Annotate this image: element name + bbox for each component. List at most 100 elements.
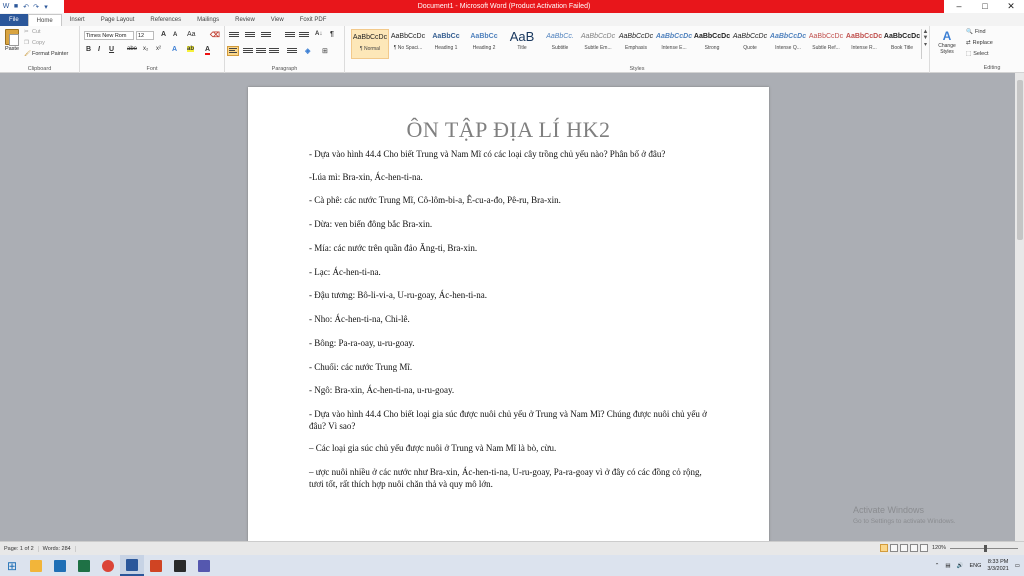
- style-heading-2[interactable]: AaBbCc Heading 2: [465, 29, 503, 59]
- select-button[interactable]: ⬚ Select: [966, 51, 989, 57]
- styles-scroll-icon[interactable]: ▲ ▼ ▾: [921, 29, 929, 59]
- undo-icon[interactable]: ↶: [22, 3, 30, 11]
- volume-icon[interactable]: 🔊: [957, 563, 964, 569]
- language-indicator[interactable]: ENG: [969, 563, 981, 569]
- clear-formatting-icon[interactable]: ⌫: [210, 31, 220, 39]
- font-color-button[interactable]: A: [205, 46, 211, 55]
- save-icon[interactable]: ■: [12, 3, 20, 11]
- taskbar-mail[interactable]: [48, 555, 72, 576]
- style-name: Emphasis: [625, 45, 647, 51]
- notification-icon[interactable]: ▭: [1015, 563, 1020, 569]
- tab-home[interactable]: Home: [27, 14, 62, 26]
- change-styles-button[interactable]: A Change Styles: [934, 29, 960, 61]
- justify-icon[interactable]: [269, 48, 279, 56]
- style-book-title[interactable]: AaBbCcDc Book Title: [883, 29, 921, 59]
- word-app-icon[interactable]: W: [2, 3, 10, 11]
- chevron-up-icon[interactable]: ⌃: [935, 563, 940, 569]
- tab-review[interactable]: Review: [227, 14, 263, 26]
- tab-view[interactable]: View: [263, 14, 292, 26]
- show-formatting-icon[interactable]: ¶: [330, 31, 334, 38]
- multilevel-list-icon[interactable]: [261, 32, 271, 40]
- style-intense-quote[interactable]: AaBbCcDc Intense Q...: [769, 29, 807, 59]
- print-layout-icon[interactable]: [880, 544, 888, 552]
- style-name: Title: [517, 45, 527, 51]
- style-heading-1[interactable]: AaBbCc Heading 1: [427, 29, 465, 59]
- align-center-icon[interactable]: [243, 48, 253, 56]
- start-button[interactable]: ⊞: [0, 555, 24, 576]
- document-page[interactable]: ÔN TẬP ĐỊA LÍ HK2 - Dựa vào hình 44.4 Ch…: [248, 87, 769, 543]
- find-button[interactable]: 🔍 Find: [966, 29, 986, 35]
- grow-font-button[interactable]: A: [161, 31, 166, 38]
- decrease-indent-icon[interactable]: [285, 32, 295, 40]
- taskbar-teams[interactable]: [192, 555, 216, 576]
- network-icon[interactable]: ▤: [945, 563, 950, 569]
- style-subtitle[interactable]: AaBbCc. Subtitle: [541, 29, 579, 59]
- increase-indent-icon[interactable]: [299, 32, 309, 40]
- copy-button[interactable]: ❐ Copy: [24, 40, 45, 46]
- activate-windows-watermark: Activate Windows: [853, 505, 925, 515]
- style-subtle-emphasis[interactable]: AaBbCcDc Subtle Em...: [579, 29, 617, 59]
- font-size-select[interactable]: 12: [136, 31, 154, 40]
- taskbar-word[interactable]: [120, 555, 144, 576]
- page-count[interactable]: Page: 1 of 2: [0, 545, 39, 552]
- shrink-font-button[interactable]: A: [173, 32, 177, 38]
- paste-button[interactable]: Paste: [3, 29, 21, 59]
- web-layout-icon[interactable]: [900, 544, 908, 552]
- style-normal[interactable]: AaBbCcDc ¶ Normal: [351, 29, 389, 59]
- scrollbar-thumb[interactable]: [1017, 80, 1023, 240]
- full-screen-reading-icon[interactable]: [890, 544, 898, 552]
- taskbar-file-explorer[interactable]: [24, 555, 48, 576]
- line-spacing-icon[interactable]: [287, 48, 297, 56]
- sort-icon[interactable]: A↓: [315, 31, 322, 37]
- taskbar-chrome[interactable]: [96, 555, 120, 576]
- borders-icon[interactable]: ⊞: [322, 47, 328, 55]
- font-family-select[interactable]: Times New Rom: [84, 31, 134, 40]
- outline-view-icon[interactable]: [910, 544, 918, 552]
- highlight-button[interactable]: ab: [187, 46, 195, 52]
- subscript-button[interactable]: x₂: [143, 46, 148, 52]
- style-emphasis[interactable]: AaBbCcDc Emphasis: [617, 29, 655, 59]
- taskbar-powerpoint[interactable]: [144, 555, 168, 576]
- tab-foxit-pdf[interactable]: Foxit PDF: [292, 14, 335, 26]
- cut-button[interactable]: ✂ Cut: [24, 29, 41, 35]
- align-right-icon[interactable]: [256, 48, 266, 56]
- tab-page-layout[interactable]: Page Layout: [93, 14, 143, 26]
- style-no-spacing[interactable]: AaBbCcDc ¶ No Spaci...: [389, 29, 427, 59]
- align-left-icon[interactable]: [227, 46, 239, 56]
- style-title[interactable]: AaB Title: [503, 29, 541, 59]
- style-intense-emphasis[interactable]: AaBbCcDc Intense E...: [655, 29, 693, 59]
- strikethrough-button[interactable]: abe: [127, 46, 137, 52]
- superscript-button[interactable]: x²: [156, 46, 161, 52]
- tab-file[interactable]: File: [0, 14, 28, 26]
- clock[interactable]: 8:33 PM 3/3/2021: [987, 559, 1008, 573]
- zoom-level[interactable]: 120%: [932, 545, 946, 551]
- tab-mailings[interactable]: Mailings: [189, 14, 227, 26]
- italic-button[interactable]: I: [98, 46, 100, 53]
- draft-view-icon[interactable]: [920, 544, 928, 552]
- zoom-slider-handle[interactable]: [984, 545, 987, 552]
- shading-icon[interactable]: ◈: [305, 47, 310, 55]
- replace-button[interactable]: ⇄ Replace: [966, 40, 993, 46]
- replace-label: Replace: [972, 40, 993, 46]
- numbering-icon[interactable]: [245, 32, 255, 40]
- taskbar-excel[interactable]: [72, 555, 96, 576]
- format-painter-button[interactable]: 🖌 Format Painter: [24, 51, 68, 57]
- minimize-button[interactable]: –: [946, 0, 972, 13]
- underline-button[interactable]: U: [109, 46, 114, 53]
- maximize-button[interactable]: □: [972, 0, 998, 13]
- style-strong[interactable]: AaBbCcDc Strong: [693, 29, 731, 59]
- style-quote[interactable]: AaBbCcDc Quote: [731, 29, 769, 59]
- style-intense-reference[interactable]: AaBbCcDc Intense R...: [845, 29, 883, 59]
- tab-insert[interactable]: Insert: [62, 14, 93, 26]
- change-case-button[interactable]: Aa: [187, 31, 196, 38]
- redo-icon[interactable]: ↷: [32, 3, 40, 11]
- close-button[interactable]: ✕: [998, 0, 1024, 13]
- word-count[interactable]: Words: 284: [39, 545, 76, 552]
- style-subtle-reference[interactable]: AaBbCcDc Subtle Ref...: [807, 29, 845, 59]
- customize-qat-icon[interactable]: ▾: [42, 3, 50, 11]
- taskbar-media[interactable]: [168, 555, 192, 576]
- text-effects-icon[interactable]: A: [172, 46, 177, 53]
- bold-button[interactable]: B: [86, 46, 91, 53]
- tab-references[interactable]: References: [142, 14, 189, 26]
- bullets-icon[interactable]: [229, 32, 239, 40]
